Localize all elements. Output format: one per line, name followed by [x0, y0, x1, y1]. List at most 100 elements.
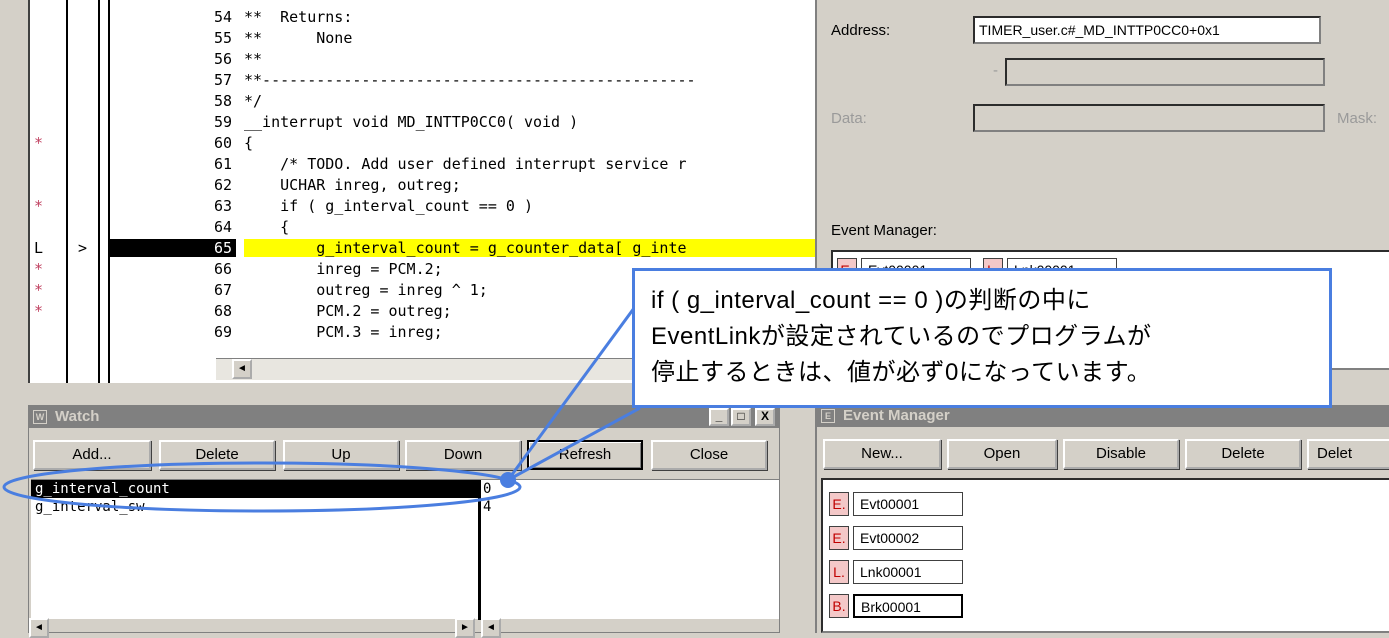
watch-list[interactable]: g_interval_count 0 g_interval_sw 4 ◄ ► ◄ [29, 479, 779, 638]
link-badge-icon: L. [829, 560, 849, 584]
watch-title: Watch [55, 408, 100, 425]
value-scroll-left-button[interactable]: ◄ [481, 618, 501, 638]
event-manager-window-icon: E [821, 409, 835, 423]
data-field[interactable] [973, 104, 1325, 132]
watch-row-value[interactable]: 4 [481, 498, 501, 516]
line-number: 64 [213, 218, 232, 236]
code-text: { [244, 134, 254, 152]
line-number: 66 [213, 260, 232, 278]
source-line[interactable]: 61 /* TODO. Add user defined interrupt s… [30, 155, 824, 173]
add-button[interactable]: Add... [33, 440, 151, 470]
watch-scroll-left-button[interactable]: ◄ [29, 618, 49, 638]
close-window-button[interactable]: X [755, 408, 775, 426]
breakpoint-marker[interactable]: * [34, 260, 43, 278]
code-text: __interrupt void MD_INTTP0CC0( void ) [244, 113, 579, 131]
scroll-left-button[interactable]: ◄ [232, 359, 252, 379]
watch-window: W Watch _ □ X Add... Delete Up Down Refr… [28, 405, 780, 638]
event-name: Brk00001 [853, 594, 963, 618]
code-text: { [244, 218, 290, 236]
code-text: PCM.3 = inreg; [244, 323, 443, 341]
event-manager-label: Event Manager: [831, 222, 937, 239]
line-number: 57 [213, 71, 232, 89]
code-text: inreg = PCM.2; [244, 260, 443, 278]
breakpoint-marker[interactable]: * [34, 302, 43, 320]
source-line[interactable]: * 60 { [30, 134, 824, 152]
mask-label: Mask: [1337, 110, 1378, 127]
code-text: if ( g_interval_count == 0 ) [244, 197, 533, 215]
callout-line: 停止するときは、値が必ず0になっています。 [651, 359, 1152, 386]
address-field[interactable]: TIMER_user.c#_MD_INTTP0CC0+0x1 [973, 16, 1321, 44]
down-button[interactable]: Down [405, 440, 521, 470]
address-end-field[interactable] [1005, 58, 1325, 86]
up-button[interactable]: Up [283, 440, 399, 470]
source-line[interactable]: 59 __interrupt void MD_INTTP0CC0( void ) [30, 113, 824, 131]
event-badge-icon: E. [829, 526, 849, 550]
breakpoint-marker[interactable]: * [34, 281, 43, 299]
source-line[interactable]: 54 ** Returns: [30, 8, 824, 26]
source-line[interactable]: * 63 if ( g_interval_count == 0 ) [30, 197, 824, 215]
code-text: ** Returns: [244, 8, 353, 26]
new-event-button[interactable]: New... [823, 439, 941, 469]
close-button[interactable]: Close [651, 440, 767, 470]
watch-titlebar[interactable]: W Watch [29, 406, 779, 428]
break-badge-icon: B. [829, 594, 849, 618]
line-number: 56 [213, 50, 232, 68]
data-label: Data: [831, 110, 867, 127]
breakpoint-marker[interactable]: * [34, 197, 43, 215]
line-number: 58 [213, 92, 232, 110]
open-event-button[interactable]: Open [947, 439, 1057, 469]
delete-event-button[interactable]: Delete [1185, 439, 1301, 469]
watch-row-value[interactable]: 0 [481, 480, 501, 498]
refresh-button[interactable]: Refresh [527, 440, 643, 470]
column-divider[interactable] [478, 480, 481, 620]
line-number: 63 [213, 197, 232, 215]
source-line[interactable]: 58 */ [30, 92, 824, 110]
line-number: 61 [213, 155, 232, 173]
event-name: Evt00002 [853, 526, 963, 550]
line-number: 68 [213, 302, 232, 320]
line-number: 60 [213, 134, 232, 152]
breakpoint-marker[interactable]: L [34, 239, 43, 257]
breakpoint-marker[interactable]: * [34, 134, 43, 152]
source-line[interactable]: 55 ** None [30, 29, 824, 47]
source-line[interactable]: 62 UCHAR inreg, outreg; [30, 176, 824, 194]
code-text: ** [244, 50, 263, 68]
code-text: ** None [244, 29, 353, 47]
code-text: PCM.2 = outreg; [244, 302, 452, 320]
source-line[interactable]: 64 { [30, 218, 824, 236]
maximize-button[interactable]: □ [731, 408, 751, 426]
line-number: 55 [213, 29, 232, 47]
range-separator: - [993, 62, 998, 79]
minimize-button[interactable]: _ [709, 408, 729, 426]
callout-box: if ( g_interval_count == 0 )の判断の中に Event… [632, 268, 1332, 408]
delete-button[interactable]: Delete [159, 440, 275, 470]
source-line[interactable]: L >65 g_interval_count = g_counter_data[ … [30, 239, 824, 257]
source-line[interactable]: 56 ** [30, 50, 824, 68]
callout-line: EventLinkが設定されているのでプログラムが [651, 323, 1152, 350]
line-number: 69 [213, 323, 232, 341]
watch-window-icon: W [33, 410, 47, 424]
address-label: Address: [831, 22, 891, 39]
current-pc-arrow: > [78, 239, 88, 257]
event-badge-icon: E. [829, 492, 849, 516]
code-text: */ [244, 92, 263, 110]
line-number: 54 [213, 8, 232, 26]
watch-row-name[interactable]: g_interval_count [31, 480, 479, 498]
event-manager-title: Event Manager [843, 407, 950, 424]
line-number: 65 [110, 239, 236, 257]
disable-event-button[interactable]: Disable [1063, 439, 1179, 469]
event-list[interactable]: E. Evt00001 E. Evt00002 L. Lnk00001 B. B… [821, 478, 1389, 633]
watch-row-name[interactable]: g_interval_sw [31, 498, 479, 516]
watch-scroll-right-button[interactable]: ► [455, 618, 475, 638]
code-text: g_interval_count = g_counter_data[ g_int… [244, 239, 824, 257]
event-name: Evt00001 [853, 492, 963, 516]
source-line[interactable]: 57 **------------------------------------… [30, 71, 824, 89]
code-text: **--------------------------------------… [244, 71, 696, 89]
line-number: 67 [213, 281, 232, 299]
callout-line: if ( g_interval_count == 0 )の判断の中に [651, 287, 1091, 314]
line-number: 62 [213, 176, 232, 194]
delete-all-events-button[interactable]: Delet [1307, 439, 1389, 469]
event-manager-titlebar[interactable]: E Event Manager [817, 405, 1389, 427]
code-text: /* TODO. Add user defined interrupt serv… [244, 155, 687, 173]
event-name: Lnk00001 [853, 560, 963, 584]
